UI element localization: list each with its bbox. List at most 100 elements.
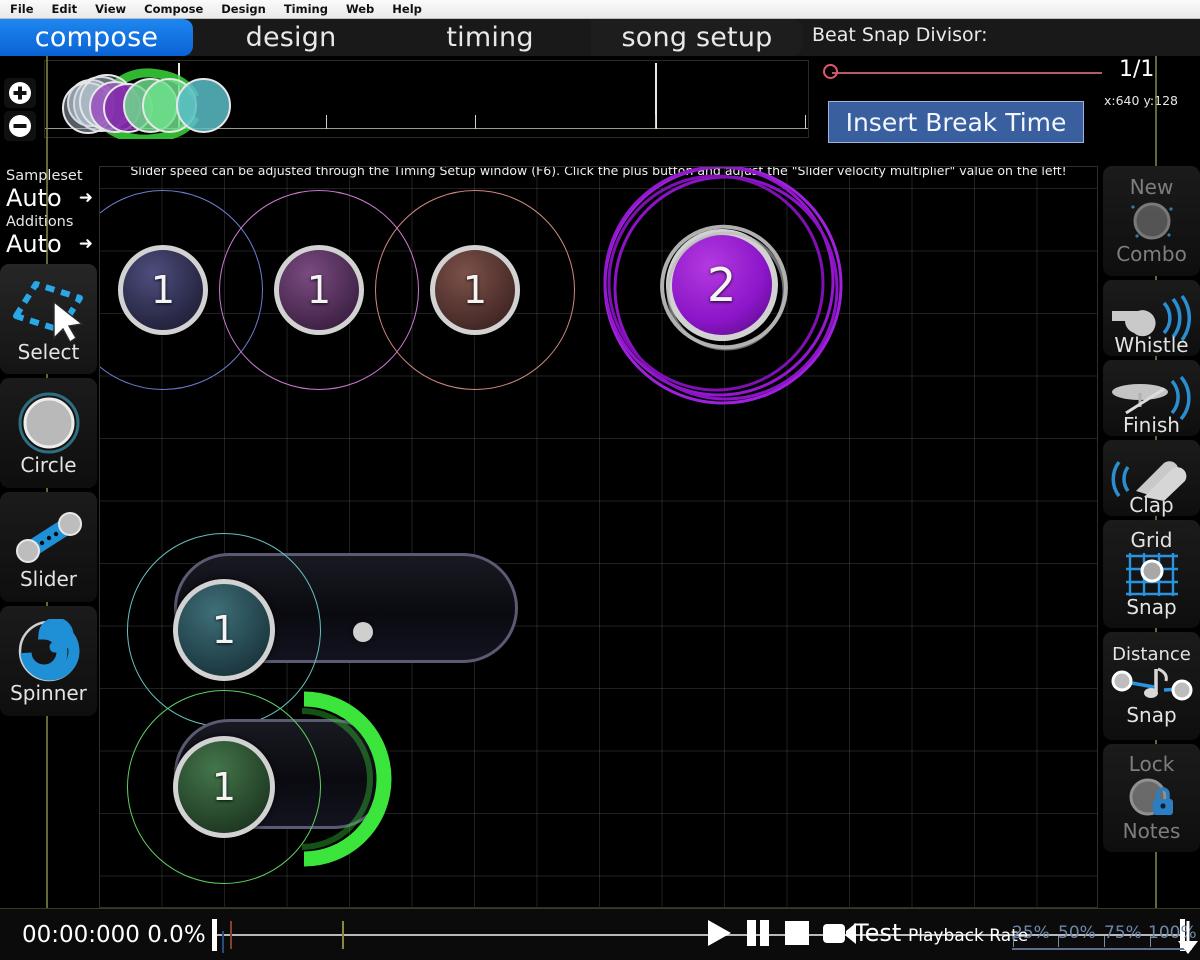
menu-bar: File Edit View Compose Design Timing Web… — [0, 0, 1200, 19]
editor-timeline[interactable] — [44, 60, 809, 139]
playback-rate-50[interactable]: 50% — [1058, 923, 1096, 943]
additions-label: Additions — [6, 214, 74, 230]
button-finish[interactable]: Finish — [1103, 360, 1200, 436]
finish-label: Finish — [1123, 413, 1180, 437]
button-grid-snap[interactable]: Grid Snap — [1103, 520, 1200, 628]
button-clap[interactable]: Clap — [1103, 440, 1200, 516]
tab-compose[interactable]: compose — [0, 19, 193, 56]
sampleset-group: Sampleset Auto ➜ Additions Auto ➜ — [0, 166, 99, 264]
sampleset-label: Sampleset — [6, 168, 83, 184]
lock-notes-icon — [1129, 778, 1173, 816]
tab-timing[interactable]: timing — [389, 19, 591, 56]
menu-item-help[interactable]: Help — [392, 2, 422, 16]
insert-break-time-button[interactable]: Insert Break Time — [828, 101, 1084, 143]
tool-circle-label: Circle — [20, 452, 77, 477]
combo-number: 1 — [462, 268, 488, 312]
tool-circle[interactable]: Circle — [0, 378, 97, 488]
osu-editor-window: File Edit View Compose Design Timing Web… — [0, 0, 1200, 960]
timeline-marker-break — [222, 931, 224, 953]
beat-snap-knob[interactable] — [823, 64, 838, 79]
tab-song-setup[interactable]: song setup — [591, 19, 803, 56]
test-button[interactable]: Test — [822, 918, 901, 948]
menu-item-file[interactable]: File — [10, 2, 34, 16]
additions-dropdown[interactable]: Auto ➜ — [2, 230, 97, 258]
combo-number: 1 — [150, 268, 176, 312]
distance-snap-icon — [1111, 667, 1192, 701]
timeline-zoom-controls — [4, 78, 38, 144]
lock-notes-line1: Lock — [1128, 752, 1175, 776]
beat-snap-slider[interactable] — [820, 64, 1110, 79]
new-combo-line1: New — [1129, 175, 1174, 199]
hit-circle[interactable]: 1 — [430, 245, 520, 335]
tab-design[interactable]: design — [193, 19, 389, 56]
right-toolbar: New Combo Whistle Finish Clap Grid Snap … — [1098, 166, 1200, 856]
button-whistle[interactable]: Whistle — [1103, 280, 1200, 356]
clap-label: Clap — [1129, 493, 1174, 517]
chevron-down-icon: ➜ — [78, 188, 93, 208]
zoom-in-button[interactable] — [4, 78, 36, 108]
combo-number: 1 — [211, 765, 237, 809]
button-lock-notes[interactable]: Lock Notes — [1103, 744, 1200, 852]
beat-snap-track — [832, 72, 1102, 74]
sampleset-value: Auto — [6, 184, 62, 212]
pause-button[interactable] — [744, 918, 772, 948]
menu-item-compose[interactable]: Compose — [144, 2, 203, 16]
tool-slider-label: Slider — [19, 566, 78, 591]
song-progress-handle[interactable] — [212, 919, 217, 951]
additions-value: Auto — [6, 230, 62, 258]
slider-head-circle[interactable]: 1 — [173, 579, 275, 681]
button-distance-snap[interactable]: Distance Snap — [1103, 632, 1200, 740]
beat-snap-divisor-label: Beat Snap Divisor: — [812, 24, 988, 46]
lock-notes-line2: Notes — [1122, 819, 1181, 843]
play-button[interactable] — [705, 918, 733, 948]
cursor-coordinates: x:640 y:128 — [1104, 93, 1178, 108]
zoom-out-button[interactable] — [4, 111, 36, 141]
distance-snap-line1: Distance — [1112, 644, 1191, 666]
slider-head-circle[interactable]: 1 — [173, 736, 275, 838]
plus-icon — [9, 82, 31, 104]
grid-snap-icon — [1125, 553, 1178, 596]
chevron-down-icon: ➜ — [78, 234, 93, 254]
playback-rate-75[interactable]: 75% — [1104, 923, 1142, 943]
hit-circle[interactable]: 1 — [118, 245, 208, 335]
playfield[interactable]: Slider speed can be adjusted through the… — [99, 166, 1098, 908]
slider-ball[interactable] — [353, 622, 373, 642]
playback-timestamp: 00:00:000 0.0% — [22, 922, 206, 948]
spinner-icon — [18, 618, 79, 681]
select-cursor-icon — [12, 280, 84, 342]
playback-rate-indicator-arrow — [1178, 921, 1198, 954]
tool-slider[interactable]: Slider — [0, 492, 97, 602]
playback-rate-label: Playback Rate — [908, 926, 1029, 946]
grid-snap-line2: Snap — [1126, 595, 1177, 619]
stop-icon — [785, 921, 809, 945]
hit-circle[interactable]: 1 — [274, 245, 364, 335]
minus-icon — [9, 115, 31, 137]
pause-icon — [747, 920, 769, 946]
grid-snap-line1: Grid — [1130, 528, 1173, 552]
camera-icon — [823, 923, 856, 944]
transport-controls: Test — [705, 918, 901, 948]
stack-rings — [660, 224, 788, 351]
test-label: Test — [854, 919, 902, 947]
menu-item-design[interactable]: Design — [221, 2, 266, 16]
menu-item-view[interactable]: View — [95, 2, 126, 16]
mode-tab-bar: compose design timing song setup — [0, 19, 1200, 56]
menu-item-timing[interactable]: Timing — [284, 2, 328, 16]
button-new-combo[interactable]: New Combo — [1103, 166, 1200, 276]
tool-select[interactable]: Select — [0, 264, 97, 374]
timeline-marker-kiai — [230, 921, 232, 949]
bottom-bar: 00:00:000 0.0% Test Playback Rate 25% 50… — [0, 908, 1200, 960]
timeline-object[interactable] — [176, 78, 231, 133]
tool-spinner-label: Spinner — [10, 680, 87, 705]
playback-rate-scale[interactable]: 25% 50% 75% 100% — [1012, 921, 1198, 954]
playback-rate-25[interactable]: 25% — [1012, 923, 1050, 943]
stop-button[interactable] — [783, 918, 811, 948]
sampleset-dropdown[interactable]: Auto ➜ — [2, 184, 97, 212]
tool-spinner[interactable]: Spinner — [0, 606, 97, 716]
play-icon — [708, 920, 731, 946]
circle-icon — [18, 392, 79, 453]
slider-icon — [15, 511, 82, 563]
menu-item-web[interactable]: Web — [346, 2, 374, 16]
left-toolbar: Sampleset Auto ➜ Additions Auto ➜ Select — [0, 166, 99, 720]
menu-item-edit[interactable]: Edit — [52, 2, 78, 16]
